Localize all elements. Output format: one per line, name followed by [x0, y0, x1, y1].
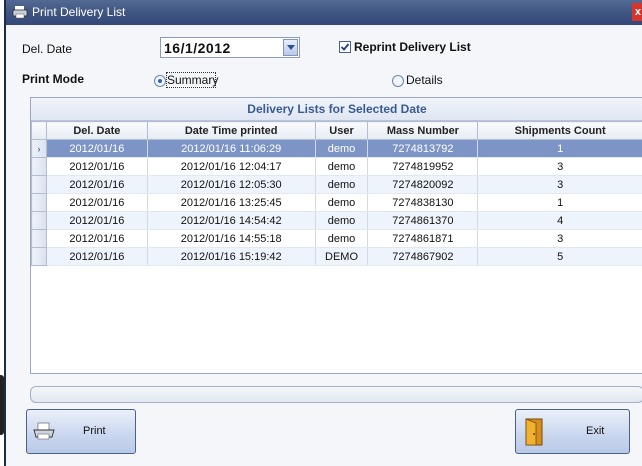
cell-shipments-count: 3: [477, 175, 642, 194]
del-date-label: Del. Date: [22, 42, 73, 56]
cell-user: demo: [315, 157, 369, 176]
row-header[interactable]: [31, 247, 47, 266]
cell-user: demo: [315, 211, 369, 230]
checkmark-icon: [340, 43, 350, 51]
row-header-corner: [31, 121, 47, 140]
row-header[interactable]: [31, 175, 47, 194]
column-header-shipments-count[interactable]: Shipments Count: [477, 121, 642, 140]
cell-mass-number: 7274819952: [367, 157, 479, 176]
print-delivery-list-window: Print Delivery List x Del. Date 16/1/201…: [4, 0, 642, 466]
cell-del-date: 2012/01/16: [46, 139, 148, 158]
table-row[interactable]: 2012/01/16 2012/01/16 14:54:42 demo 7274…: [31, 211, 642, 230]
row-indicator-icon: ›: [31, 139, 47, 158]
del-date-picker[interactable]: 16/1/2012: [160, 37, 300, 58]
cell-date-time-printed: 2012/01/16 13:25:45: [147, 193, 316, 212]
cell-user: demo: [315, 193, 369, 212]
cell-shipments-count: 5: [477, 247, 642, 266]
cell-date-time-printed: 2012/01/16 12:05:30: [147, 175, 316, 194]
chevron-down-icon: [287, 45, 295, 50]
print-button-label: Print: [83, 425, 106, 437]
cell-user: demo: [315, 229, 369, 248]
delivery-lists-panel: Delivery Lists for Selected Date Del. Da…: [30, 97, 642, 374]
printer-icon: [33, 422, 55, 440]
exit-button-label: Exit: [586, 425, 605, 437]
window-title: Print Delivery List: [32, 5, 126, 19]
details-radio[interactable]: [392, 75, 404, 87]
table-row[interactable]: 2012/01/16 2012/01/16 12:04:17 demo 7274…: [31, 157, 642, 176]
column-header-date-time-printed[interactable]: Date Time printed: [146, 121, 316, 140]
cell-mass-number: 7274813792: [367, 139, 479, 158]
table-header-row: Del. Date Date Time printed User Mass Nu…: [31, 121, 642, 140]
progress-bar: [30, 386, 642, 403]
cell-shipments-count: 1: [477, 139, 642, 158]
delivery-lists-table: Del. Date Date Time printed User Mass Nu…: [31, 121, 642, 266]
summary-label[interactable]: Summary: [167, 73, 218, 87]
cell-user: demo: [315, 139, 369, 158]
cell-del-date: 2012/01/16: [46, 247, 148, 266]
del-date-value: 16/1/2012: [164, 40, 231, 56]
cell-mass-number: 7274867902: [367, 247, 479, 266]
close-button[interactable]: x: [632, 3, 642, 21]
print-mode-label: Print Mode: [22, 72, 84, 86]
cell-del-date: 2012/01/16: [46, 229, 148, 248]
cell-date-time-printed: 2012/01/16 12:04:17: [147, 157, 316, 176]
door-exit-icon: [525, 418, 543, 446]
table-row-selected[interactable]: › 2012/01/16 2012/01/16 11:06:29 demo 72…: [31, 139, 642, 158]
row-header[interactable]: [31, 157, 47, 176]
row-header[interactable]: [31, 193, 47, 212]
reprint-label[interactable]: Reprint Delivery List: [354, 40, 471, 54]
cell-mass-number: 7274861871: [367, 229, 479, 248]
cell-date-time-printed: 2012/01/16 15:19:42: [147, 247, 316, 266]
details-label[interactable]: Details: [406, 73, 443, 87]
cell-mass-number: 7274820092: [367, 175, 479, 194]
column-header-del-date[interactable]: Del. Date: [45, 121, 148, 140]
date-dropdown-button[interactable]: [283, 39, 298, 56]
cell-del-date: 2012/01/16: [46, 175, 148, 194]
exit-button[interactable]: Exit: [515, 409, 630, 454]
column-header-mass-number[interactable]: Mass Number: [367, 121, 479, 140]
title-bar[interactable]: Print Delivery List x: [6, 0, 642, 25]
summary-radio[interactable]: [154, 75, 166, 87]
cell-shipments-count: 3: [477, 157, 642, 176]
row-header[interactable]: [31, 229, 47, 248]
cell-shipments-count: 3: [477, 229, 642, 248]
table-row[interactable]: 2012/01/16 2012/01/16 15:19:42 DEMO 7274…: [31, 247, 642, 266]
print-button[interactable]: Print: [26, 409, 136, 454]
cell-shipments-count: 1: [477, 193, 642, 212]
panel-title: Delivery Lists for Selected Date: [31, 98, 642, 121]
cell-shipments-count: 4: [477, 211, 642, 230]
table-row[interactable]: 2012/01/16 2012/01/16 14:55:18 demo 7274…: [31, 229, 642, 248]
cell-mass-number: 7274861370: [367, 211, 479, 230]
cell-date-time-printed: 2012/01/16 14:54:42: [147, 211, 316, 230]
cell-date-time-printed: 2012/01/16 11:06:29: [147, 139, 316, 158]
printer-icon: [12, 6, 28, 19]
reprint-checkbox[interactable]: [339, 41, 351, 53]
cell-user: DEMO: [315, 247, 369, 266]
table-row[interactable]: 2012/01/16 2012/01/16 13:25:45 demo 7274…: [31, 193, 642, 212]
table-row[interactable]: 2012/01/16 2012/01/16 12:05:30 demo 7274…: [31, 175, 642, 194]
cell-del-date: 2012/01/16: [46, 211, 148, 230]
cell-mass-number: 7274838130: [367, 193, 479, 212]
cell-del-date: 2012/01/16: [46, 157, 148, 176]
column-header-user[interactable]: User: [314, 121, 369, 140]
cell-date-time-printed: 2012/01/16 14:55:18: [147, 229, 316, 248]
cell-del-date: 2012/01/16: [46, 193, 148, 212]
row-header[interactable]: [31, 211, 47, 230]
cell-user: demo: [315, 175, 369, 194]
